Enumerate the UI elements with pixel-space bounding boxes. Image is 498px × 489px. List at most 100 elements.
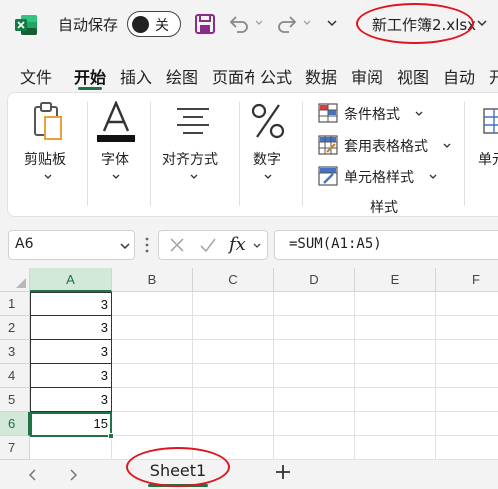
tab-automate[interactable]: 自动 bbox=[443, 64, 475, 88]
cell-c1[interactable] bbox=[193, 292, 274, 316]
fill-handle[interactable] bbox=[108, 433, 114, 439]
cell-b2[interactable] bbox=[112, 316, 193, 340]
chevron-down-icon[interactable] bbox=[254, 18, 264, 28]
cell-c3[interactable] bbox=[193, 340, 274, 364]
tab-draw[interactable]: 绘图 bbox=[166, 64, 198, 88]
enter-icon[interactable] bbox=[199, 237, 217, 253]
row-header-4[interactable]: 4 bbox=[0, 364, 30, 388]
more-icon[interactable] bbox=[145, 237, 149, 253]
add-sheet-icon[interactable] bbox=[274, 463, 292, 481]
cell-d7[interactable] bbox=[274, 436, 355, 460]
cell-e2[interactable] bbox=[355, 316, 436, 340]
cell-b4[interactable] bbox=[112, 364, 193, 388]
select-all-button[interactable] bbox=[0, 268, 30, 292]
tab-more[interactable]: 开 bbox=[489, 64, 498, 88]
tab-review[interactable]: 审阅 bbox=[351, 64, 383, 88]
cell-c2[interactable] bbox=[193, 316, 274, 340]
number-label: 数字 bbox=[253, 152, 281, 168]
font-label: 字体 bbox=[101, 152, 129, 168]
row-header-7[interactable]: 7 bbox=[0, 436, 30, 460]
font-group[interactable]: 字体 bbox=[88, 99, 150, 209]
chevron-down-icon bbox=[429, 174, 437, 179]
cell-f3[interactable] bbox=[436, 340, 498, 364]
number-group[interactable]: 数字 bbox=[240, 99, 302, 209]
cell-b5[interactable] bbox=[112, 388, 193, 412]
column-header-c[interactable]: C bbox=[193, 268, 274, 292]
cell-f4[interactable] bbox=[436, 364, 498, 388]
tab-view[interactable]: 视图 bbox=[397, 64, 429, 88]
chevron-down-icon[interactable] bbox=[252, 242, 262, 250]
row-header-6[interactable]: 6 bbox=[0, 412, 30, 436]
cell-d5[interactable] bbox=[274, 388, 355, 412]
cell-a5[interactable]: 3 bbox=[30, 388, 112, 412]
formula-input[interactable]: =SUM(A1:A5) bbox=[274, 230, 498, 260]
cell-a7[interactable] bbox=[30, 436, 112, 460]
column-header-a[interactable]: A bbox=[30, 268, 112, 292]
cell-a1[interactable]: 3 bbox=[30, 292, 112, 316]
autosave-state: 关 bbox=[155, 18, 169, 34]
tab-formulas[interactable]: 公式 bbox=[260, 64, 292, 88]
tab-data[interactable]: 数据 bbox=[305, 64, 337, 88]
cell-a4[interactable]: 3 bbox=[30, 364, 112, 388]
row-header-5[interactable]: 5 bbox=[0, 388, 30, 412]
autosave-toggle[interactable]: 关 bbox=[127, 11, 181, 37]
cell-e3[interactable] bbox=[355, 340, 436, 364]
cell-e7[interactable] bbox=[355, 436, 436, 460]
chevron-down-icon bbox=[415, 111, 423, 116]
cells-group[interactable]: 单元 bbox=[466, 99, 498, 209]
cell-e4[interactable] bbox=[355, 364, 436, 388]
chevron-down-icon bbox=[264, 174, 272, 179]
row-header-3[interactable]: 3 bbox=[0, 340, 30, 364]
cell-d6[interactable] bbox=[274, 412, 355, 436]
tab-file[interactable]: 文件 bbox=[20, 64, 52, 88]
column-header-b[interactable]: B bbox=[112, 268, 193, 292]
chevron-left-icon[interactable] bbox=[28, 468, 38, 482]
save-icon[interactable] bbox=[193, 12, 217, 36]
cell-c5[interactable] bbox=[193, 388, 274, 412]
insert-function-button[interactable]: fx bbox=[229, 234, 246, 255]
clipboard-group[interactable]: 剪贴板 bbox=[8, 99, 88, 209]
undo-icon[interactable] bbox=[227, 12, 251, 36]
cancel-icon[interactable] bbox=[169, 237, 185, 253]
cell-e6[interactable] bbox=[355, 412, 436, 436]
cell-a2[interactable]: 3 bbox=[30, 316, 112, 340]
cell-c4[interactable] bbox=[193, 364, 274, 388]
cell-f2[interactable] bbox=[436, 316, 498, 340]
cell-e1[interactable] bbox=[355, 292, 436, 316]
cell-b6[interactable] bbox=[112, 412, 193, 436]
cell-f1[interactable] bbox=[436, 292, 498, 316]
alignment-group[interactable]: 对齐方式 bbox=[151, 99, 239, 209]
cell-d2[interactable] bbox=[274, 316, 355, 340]
column-header-d[interactable]: D bbox=[274, 268, 355, 292]
cell-f5[interactable] bbox=[436, 388, 498, 412]
cell-d4[interactable] bbox=[274, 364, 355, 388]
chevron-down-icon[interactable] bbox=[476, 18, 488, 28]
tab-home[interactable]: 开始 bbox=[74, 64, 106, 88]
column-header-f[interactable]: F bbox=[436, 268, 498, 292]
sheet-tab-bar: Sheet1 bbox=[0, 460, 498, 489]
chevron-down-icon[interactable] bbox=[119, 242, 131, 251]
conditional-formatting-icon bbox=[318, 103, 338, 123]
name-box[interactable]: A6 bbox=[8, 230, 135, 260]
row-header-2[interactable]: 2 bbox=[0, 316, 30, 340]
tab-page-layout[interactable]: 页面布 bbox=[212, 64, 254, 88]
cell-c6[interactable] bbox=[193, 412, 274, 436]
cell-d1[interactable] bbox=[274, 292, 355, 316]
format-as-table-label: 套用表格格式 bbox=[344, 139, 428, 155]
font-color-icon bbox=[97, 101, 135, 142]
chevron-right-icon[interactable] bbox=[68, 468, 78, 482]
chevron-down-icon[interactable] bbox=[302, 18, 312, 28]
customize-qat-icon[interactable] bbox=[325, 16, 339, 30]
cell-f7[interactable] bbox=[436, 436, 498, 460]
cell-e5[interactable] bbox=[355, 388, 436, 412]
cell-b1[interactable] bbox=[112, 292, 193, 316]
redo-icon[interactable] bbox=[275, 12, 299, 36]
cell-d3[interactable] bbox=[274, 340, 355, 364]
cell-f6[interactable] bbox=[436, 412, 498, 436]
column-header-e[interactable]: E bbox=[355, 268, 436, 292]
cell-b3[interactable] bbox=[112, 340, 193, 364]
styles-group-label: 样式 bbox=[370, 200, 398, 216]
cell-a3[interactable]: 3 bbox=[30, 340, 112, 364]
tab-insert[interactable]: 插入 bbox=[120, 64, 152, 88]
row-header-1[interactable]: 1 bbox=[0, 292, 30, 316]
